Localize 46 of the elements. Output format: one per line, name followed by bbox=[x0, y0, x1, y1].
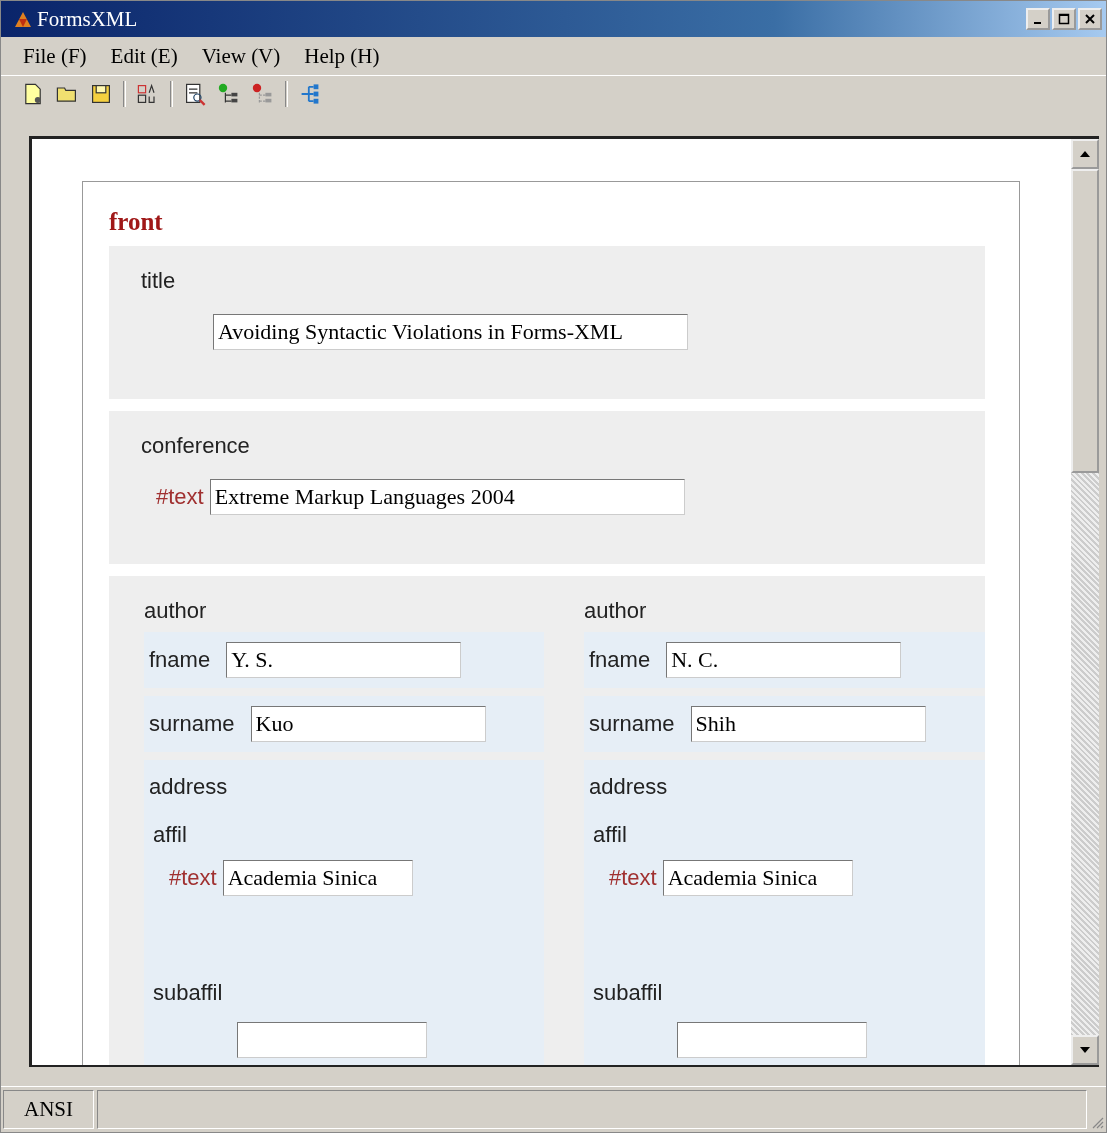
element-label: fname bbox=[589, 647, 651, 673]
maximize-icon[interactable] bbox=[1058, 13, 1070, 25]
title-field[interactable]: Avoiding Syntactic Violations in Forms-XML bbox=[213, 314, 688, 350]
affil-field[interactable]: Academia Sinica bbox=[662, 860, 853, 896]
affil-field[interactable]: Academia Sinica bbox=[222, 860, 413, 896]
element-label: title bbox=[141, 268, 177, 294]
menu-item[interactable]: Help (H) bbox=[304, 43, 380, 69]
scroll-thumb[interactable] bbox=[1071, 169, 1099, 473]
fname-field[interactable]: N. C. bbox=[666, 642, 902, 678]
resize-grip-icon[interactable] bbox=[1090, 1115, 1104, 1129]
menu-item[interactable]: View (V) bbox=[201, 43, 281, 69]
down-arrow-icon[interactable] bbox=[1080, 1047, 1090, 1053]
element-label: surname bbox=[589, 711, 675, 737]
minimize-button[interactable] bbox=[1026, 8, 1050, 30]
element-label: affil bbox=[153, 822, 188, 848]
element-label: affil bbox=[593, 822, 628, 848]
subaffil-field[interactable] bbox=[677, 1022, 867, 1058]
status-encoding: ANSI bbox=[3, 1090, 94, 1129]
element-label: author bbox=[584, 598, 648, 624]
element-label: conference bbox=[141, 433, 251, 459]
surname-field[interactable]: Shih bbox=[690, 706, 926, 742]
find-document-icon[interactable] bbox=[183, 82, 207, 106]
element-name: front bbox=[109, 208, 164, 236]
element-label: address bbox=[149, 774, 229, 800]
surname-field[interactable]: Kuo bbox=[250, 706, 486, 742]
scrollbar[interactable] bbox=[1071, 139, 1099, 1065]
element-label: author bbox=[144, 598, 208, 624]
element-label: address bbox=[589, 774, 669, 800]
menu-item[interactable]: Edit (E) bbox=[110, 43, 178, 69]
close-button[interactable] bbox=[1078, 8, 1102, 30]
close-icon[interactable] bbox=[1084, 13, 1096, 25]
window-title: FormsXML bbox=[37, 6, 138, 32]
text-label: #text bbox=[609, 865, 657, 891]
element-label: fname bbox=[149, 647, 211, 673]
save-icon[interactable] bbox=[89, 82, 113, 106]
maximize-button[interactable] bbox=[1052, 8, 1076, 30]
text-label: #text bbox=[156, 484, 204, 510]
subaffil-field[interactable] bbox=[237, 1022, 427, 1058]
up-arrow-icon[interactable] bbox=[1080, 151, 1090, 157]
menu-item[interactable]: File (F) bbox=[23, 43, 87, 69]
element-label: subaffil bbox=[153, 980, 224, 1006]
text-label: #text bbox=[169, 865, 217, 891]
fname-field[interactable]: Y. S. bbox=[226, 642, 462, 678]
conference-field[interactable]: Extreme Markup Languages 2004 bbox=[209, 479, 685, 515]
element-label: surname bbox=[149, 711, 235, 737]
element-label: subaffil bbox=[593, 980, 664, 1006]
